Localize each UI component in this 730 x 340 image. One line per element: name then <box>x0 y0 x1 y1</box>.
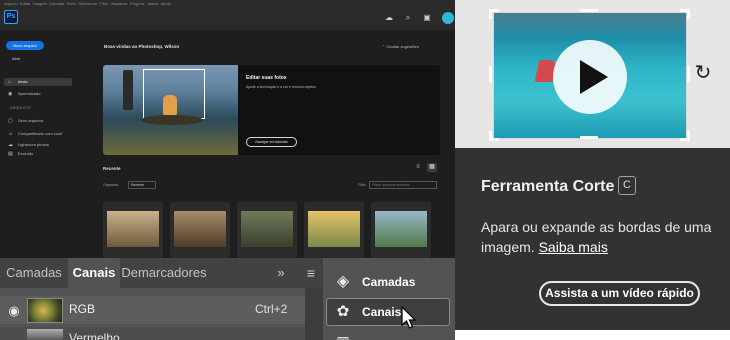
paths-icon: ▥ <box>333 331 353 340</box>
crop-handle <box>489 66 492 82</box>
files-heading: ARQUIVOS <box>10 106 31 110</box>
sidebar-item-label: Lightroom photos <box>18 142 49 147</box>
sidebar-item-learn[interactable]: ◉ Aprendizado <box>4 90 72 98</box>
filter-input[interactable]: Filtrar arquivos recentes <box>369 181 437 189</box>
trash-icon: ▤ <box>8 151 13 157</box>
person-shape <box>163 95 177 115</box>
tab-layers[interactable]: Camadas <box>0 258 68 288</box>
play-icon <box>580 60 608 94</box>
hero-subtitle: Ajuste a iluminação e a cor e remova obj… <box>246 85 316 89</box>
layers-icon: ◈ <box>336 273 350 290</box>
cloud-icon[interactable]: ☁ <box>384 13 394 23</box>
tab-channels[interactable]: Canais <box>68 258 120 288</box>
channel-thumbnail <box>27 298 63 323</box>
sidebar-item-label: Seus arquivos <box>18 118 44 123</box>
recent-thumbnail <box>308 211 360 247</box>
crop-handle <box>489 9 499 19</box>
menu-item[interactable]: Arquivo <box>4 1 18 6</box>
sidebar-item-shared[interactable]: ☺ Compartilhado com você <box>4 130 72 138</box>
sidebar-item-home[interactable]: ⌂ Início <box>4 78 72 86</box>
menu-item[interactable]: Editar <box>20 1 30 6</box>
cloud-photo-icon: ☁ <box>8 142 13 148</box>
recent-heading: Recente <box>103 166 121 171</box>
channels-icon: ✿ <box>336 303 350 320</box>
recent-file-card[interactable] <box>371 202 431 258</box>
sidebar-item-label: Excluído <box>18 151 34 156</box>
crop-handle <box>580 136 598 139</box>
recent-thumbnail <box>241 211 293 247</box>
list-view-icon[interactable]: ≡ <box>413 163 423 172</box>
sidebar-item-lightroom[interactable]: ☁ Lightroom photos <box>4 141 72 149</box>
kayak-shape <box>141 115 203 125</box>
menu-item[interactable]: Plug-ins <box>130 1 144 6</box>
tooltip-description: Apara ou expande as bordas de uma imagem… <box>481 217 721 257</box>
photoshop-logo: Ps <box>4 10 18 24</box>
tooltip-title: Ferramenta Corte <box>481 178 615 195</box>
filter-label: Filtro <box>358 183 366 187</box>
recent-file-card[interactable] <box>170 202 230 258</box>
sidebar-item-your-files[interactable]: ▢ Seus arquivos <box>4 117 72 125</box>
suggestion-card: Editar suas fotos Ajuste a iluminação e … <box>103 65 440 155</box>
channel-name: Vermelho <box>69 331 120 340</box>
recent-file-card[interactable] <box>237 202 297 258</box>
watch-video-button[interactable]: Assista a um vídeo rápido <box>539 281 700 306</box>
channel-thumbnail <box>27 329 63 340</box>
crop-handle <box>680 9 690 19</box>
file-icon: ▢ <box>8 118 13 124</box>
menu-item[interactable]: Texto <box>66 1 76 6</box>
rotate-icon: ↻ <box>694 62 712 84</box>
crop-handle <box>489 131 499 141</box>
sidebar-item-deleted[interactable]: ▤ Excluído <box>4 150 72 158</box>
crop-handle <box>687 66 690 82</box>
menu-item[interactable]: Imagem <box>32 1 46 6</box>
hero-toolbar <box>123 70 133 110</box>
channel-shortcut: Ctrl+2 <box>255 302 288 316</box>
home-icon: ⌂ <box>8 79 12 85</box>
recent-thumbnail <box>107 211 159 247</box>
crop-handle <box>580 9 598 12</box>
mouse-pointer-icon <box>401 306 417 329</box>
sort-select[interactable]: Recente <box>128 181 156 189</box>
menu-item[interactable]: Selecionar <box>78 1 97 6</box>
panel-menu-icon[interactable]: ≡ <box>300 258 322 288</box>
sidebar-item-label: Aprendizado <box>18 91 41 96</box>
recent-file-card[interactable] <box>103 202 163 258</box>
recent-thumbnail <box>375 211 427 247</box>
channel-name: RGB <box>69 302 96 316</box>
menu-item-layers[interactable]: Camadas <box>362 275 415 289</box>
menu-item[interactable]: Filtro <box>99 1 108 6</box>
open-link[interactable]: Abrir <box>12 56 20 61</box>
menu-item-channels[interactable]: Canais <box>362 305 401 319</box>
welcome-heading: Boas-vindas ao Photoshop, Wilson <box>104 44 180 49</box>
menu-item[interactable]: Ajuda <box>161 1 171 6</box>
hide-suggestions-label: Ocultar sugestões <box>386 44 419 49</box>
menu-item[interactable]: Visualizar <box>111 1 128 6</box>
panel-scrollbar[interactable] <box>305 288 325 340</box>
more-tabs-icon[interactable]: » <box>272 258 290 288</box>
eye-icon[interactable]: ◉ <box>4 301 24 321</box>
menu-item[interactable]: Janela <box>147 1 159 6</box>
people-icon: ☺ <box>8 131 14 137</box>
search-icon[interactable]: ⌕ <box>403 13 413 23</box>
gift-icon[interactable]: ▣ <box>422 13 432 23</box>
menu-item[interactable]: Camada <box>49 1 64 6</box>
sidebar-item-label: Compartilhado com você <box>18 131 63 136</box>
grid-view-icon[interactable]: ▦ <box>427 163 437 172</box>
new-file-button[interactable]: Novo arquivo <box>6 41 44 50</box>
recent-thumbnail <box>174 211 226 247</box>
lightbulb-icon: ◉ <box>8 91 13 97</box>
hide-suggestions-link[interactable]: ⌃ Ocultar sugestões <box>382 44 419 49</box>
menu-bar[interactable]: Arquivo Editar Imagem Camada Texto Selec… <box>0 0 455 7</box>
avatar[interactable] <box>442 12 454 24</box>
recent-file-card[interactable] <box>304 202 364 258</box>
sort-label: Organizar <box>103 183 119 187</box>
browse-tutorials-button[interactable]: Navegar em tutoriais <box>246 137 297 147</box>
shortcut-key-badge: C <box>618 176 636 195</box>
sidebar-item-label: Início <box>18 79 28 84</box>
tab-paths[interactable]: Demarcadores <box>120 258 208 288</box>
hero-title: Editar suas fotos <box>246 75 287 81</box>
crop-handle <box>680 131 690 141</box>
learn-more-link[interactable]: Saiba mais <box>539 239 608 255</box>
